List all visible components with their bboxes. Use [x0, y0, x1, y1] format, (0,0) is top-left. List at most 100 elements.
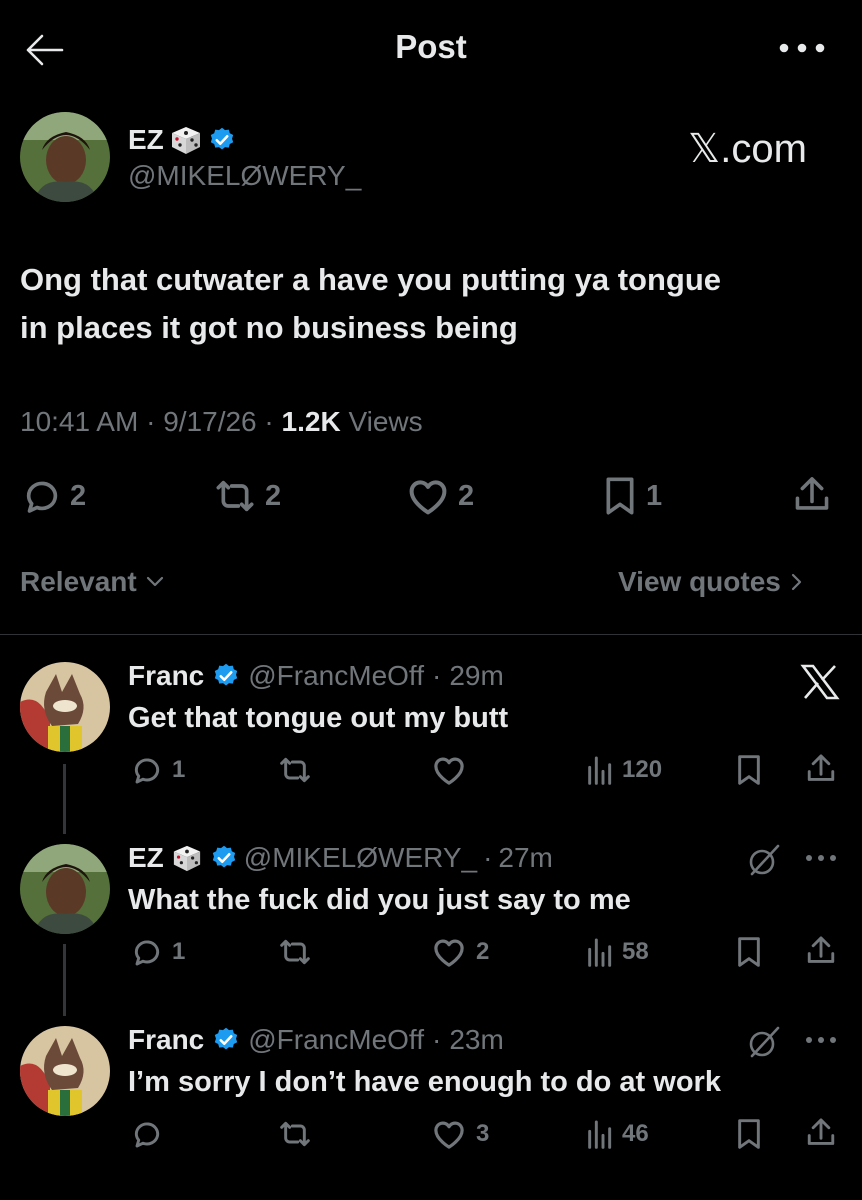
repost-icon [216, 480, 254, 512]
share-icon [807, 754, 835, 781]
reply-reply-button[interactable]: 1 [130, 754, 185, 786]
reply-like-count: 3 [476, 1120, 490, 1147]
dice-icon [171, 127, 200, 154]
reply-views-button[interactable]: 58 [584, 936, 649, 968]
like-count: 2 [458, 479, 475, 512]
reply-repost-button[interactable] [276, 754, 322, 786]
views-label: Views [348, 406, 423, 437]
reply-repost-button[interactable] [276, 936, 322, 968]
view-quotes-link[interactable]: View quotes [618, 566, 805, 598]
heart-icon [434, 757, 464, 785]
verified-badge-icon [212, 845, 235, 868]
meta-separator: · [146, 406, 156, 437]
reply-views-button[interactable]: 120 [584, 754, 662, 786]
relevant-label: Relevant [20, 566, 137, 597]
reply-header: EZ @MIKELØWERY_ · 27m [128, 842, 553, 874]
reply-share-button[interactable] [804, 1116, 838, 1150]
bookmark-icon [738, 937, 760, 967]
reply-count: 2 [70, 479, 87, 512]
views-chart-icon [588, 756, 612, 785]
more-options-button[interactable] [778, 38, 826, 58]
reply-bookmark-button[interactable] [734, 1118, 764, 1150]
reply-header: Franc @FrancMeOff · 29m [128, 660, 504, 692]
grok-icon[interactable] [746, 842, 782, 878]
share-button[interactable] [792, 474, 832, 516]
reply-avatar[interactable] [20, 1026, 110, 1116]
repost-button[interactable]: 2 [213, 476, 281, 516]
views-count: 1.2K [281, 406, 341, 437]
relevant-sort-button[interactable]: Relevant [20, 566, 165, 598]
x-com-watermark: 𝕏.com [688, 127, 807, 171]
reply-share-button[interactable] [804, 934, 838, 968]
dice-icon [173, 845, 200, 872]
reply-icon [134, 1122, 160, 1148]
repost-icon [280, 757, 310, 783]
chevron-right-icon [791, 573, 801, 591]
verified-badge-icon [215, 1027, 238, 1050]
reply-author-name: Franc [128, 1024, 205, 1055]
reply-like-button[interactable]: 2 [430, 936, 489, 968]
like-button[interactable]: 2 [406, 476, 474, 516]
reply-icon [134, 940, 160, 966]
share-icon [807, 1118, 835, 1145]
chevron-down-icon [146, 576, 163, 587]
reply-repost-button[interactable] [276, 1118, 322, 1150]
bookmark-icon [606, 477, 634, 515]
post-date: 9/17/26 [163, 406, 257, 437]
thread-line [63, 944, 66, 1016]
more-dots-icon [806, 1037, 836, 1043]
share-icon [807, 936, 835, 963]
reply-bookmark-button[interactable] [734, 754, 764, 786]
bookmark-button[interactable]: 1 [602, 476, 662, 516]
reply-icon [134, 758, 160, 784]
reply-more-button[interactable] [804, 852, 838, 864]
reply-time: 23m [449, 1024, 504, 1055]
post-meta: 10:41 AM · 9/17/26 · 1.2K Views [20, 406, 423, 438]
reply-bookmark-button[interactable] [734, 936, 764, 968]
views-chart-icon [588, 938, 612, 967]
grok-icon[interactable] [746, 1024, 782, 1060]
post-text: Ong that cutwater a have you putting ya … [20, 256, 850, 352]
reply-author-name: EZ [128, 842, 164, 873]
more-dots-icon [779, 43, 825, 53]
meta-separator: · [431, 1024, 442, 1055]
view-quotes-label: View quotes [618, 566, 781, 597]
divider [0, 634, 862, 635]
verified-badge-icon [215, 663, 238, 686]
reply-like-button[interactable] [430, 754, 476, 786]
author-avatar[interactable] [20, 112, 110, 202]
reply-avatar[interactable] [20, 662, 110, 752]
heart-icon [434, 939, 464, 967]
reply-avatar[interactable] [20, 844, 110, 934]
reply-button[interactable]: 2 [22, 476, 86, 516]
reply-icon [26, 481, 58, 513]
reply-text: Get that tongue out my butt [128, 702, 509, 734]
reply-views-button[interactable]: 46 [584, 1118, 649, 1150]
x-logo-icon [800, 664, 840, 700]
reply-text: What the fuck did you just say to me [128, 884, 631, 916]
bookmark-count: 1 [646, 479, 663, 512]
reply-time: 27m [498, 842, 553, 873]
author-handle: @MIKELØWERY_ [128, 160, 362, 191]
heart-icon [434, 1121, 464, 1149]
reply-more-button[interactable] [804, 1034, 838, 1046]
reply-views-count: 120 [622, 756, 663, 783]
reply-like-button[interactable]: 3 [430, 1118, 489, 1150]
post-text-line-1: Ong that cutwater a have you putting ya … [20, 262, 721, 297]
reply-reply-count: 1 [172, 938, 186, 965]
author-name: EZ [128, 124, 164, 155]
repost-count: 2 [265, 479, 282, 512]
meta-separator: · [483, 842, 493, 873]
page-title: Post [395, 28, 467, 65]
reply-author-name: Franc [128, 660, 205, 691]
reply-views-count: 46 [622, 1120, 649, 1147]
reply-text: I’m sorry I don’t have enough to do at w… [128, 1066, 721, 1098]
reply-reply-button[interactable] [130, 1118, 172, 1150]
reply-handle: @MIKELØWERY_ [243, 842, 478, 873]
bookmark-icon [738, 755, 760, 785]
reply-share-button[interactable] [804, 752, 838, 786]
meta-separator: · [431, 660, 442, 691]
views-chart-icon [588, 1120, 612, 1149]
post-time: 10:41 AM [20, 406, 139, 437]
reply-reply-button[interactable]: 1 [130, 936, 185, 968]
